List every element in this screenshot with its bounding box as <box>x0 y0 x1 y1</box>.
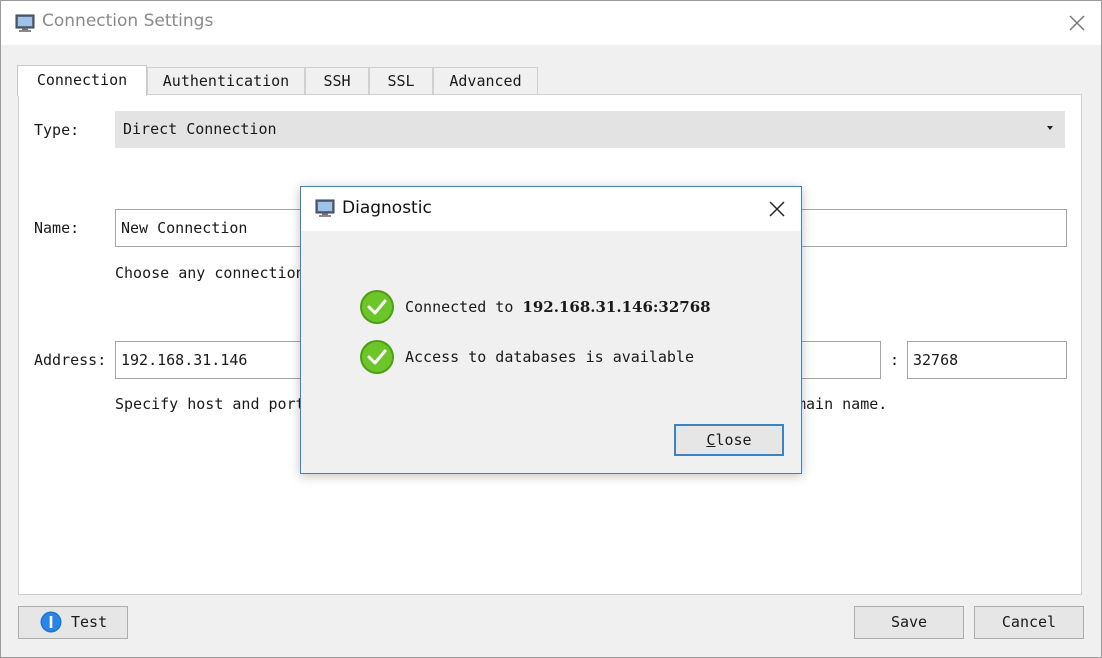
info-icon <box>40 611 62 633</box>
type-label: Type: <box>34 121 80 139</box>
message-prefix: Connected to <box>405 298 523 316</box>
check-icon <box>359 289 395 325</box>
tab-authentication[interactable]: Authentication <box>147 67 305 94</box>
dialog-title-bar: Diagnostic <box>301 187 801 231</box>
name-hint: Choose any connection <box>115 264 305 282</box>
test-button[interactable]: Test <box>18 606 128 639</box>
monitor-icon <box>15 13 35 33</box>
tab-ssl[interactable]: SSL <box>369 67 433 94</box>
dialog-close-button[interactable]: Close <box>674 424 784 456</box>
address-label: Address: <box>34 351 107 369</box>
address-hint: Specify host and port <box>115 395 305 413</box>
title-bar: Connection Settings <box>1 1 1101 45</box>
name-label: Name: <box>34 219 80 237</box>
message-text: Access to databases is available <box>405 348 694 366</box>
message-text: Connected to 192.168.31.146:32768 <box>405 298 711 316</box>
window-title: Connection Settings <box>42 11 214 31</box>
close-label-rest: lose <box>715 431 752 449</box>
connection-type-value: Direct Connection <box>123 120 277 138</box>
close-icon[interactable] <box>767 199 787 219</box>
close-icon[interactable] <box>1067 13 1087 33</box>
connection-type-select[interactable]: Direct Connection <box>115 111 1065 148</box>
port-input[interactable]: 32768 <box>907 341 1067 379</box>
cancel-button[interactable]: Cancel <box>974 606 1084 639</box>
connected-address: 192.168.31.146:32768 <box>522 298 711 316</box>
check-icon <box>359 339 395 375</box>
tab-advanced[interactable]: Advanced <box>433 67 538 94</box>
dialog-title: Diagnostic <box>342 198 432 218</box>
save-button[interactable]: Save <box>854 606 964 639</box>
monitor-icon <box>315 198 335 218</box>
diagnostic-dialog: Diagnostic Connected to 192.168.31.146:3… <box>300 186 802 474</box>
dropdown-arrow-icon <box>1047 126 1053 130</box>
tab-ssh[interactable]: SSH <box>305 67 369 94</box>
tab-connection[interactable]: Connection <box>17 65 147 96</box>
test-button-label: Test <box>71 613 108 631</box>
address-hint-tail: main name. <box>797 395 888 413</box>
port-separator: : <box>890 351 900 369</box>
